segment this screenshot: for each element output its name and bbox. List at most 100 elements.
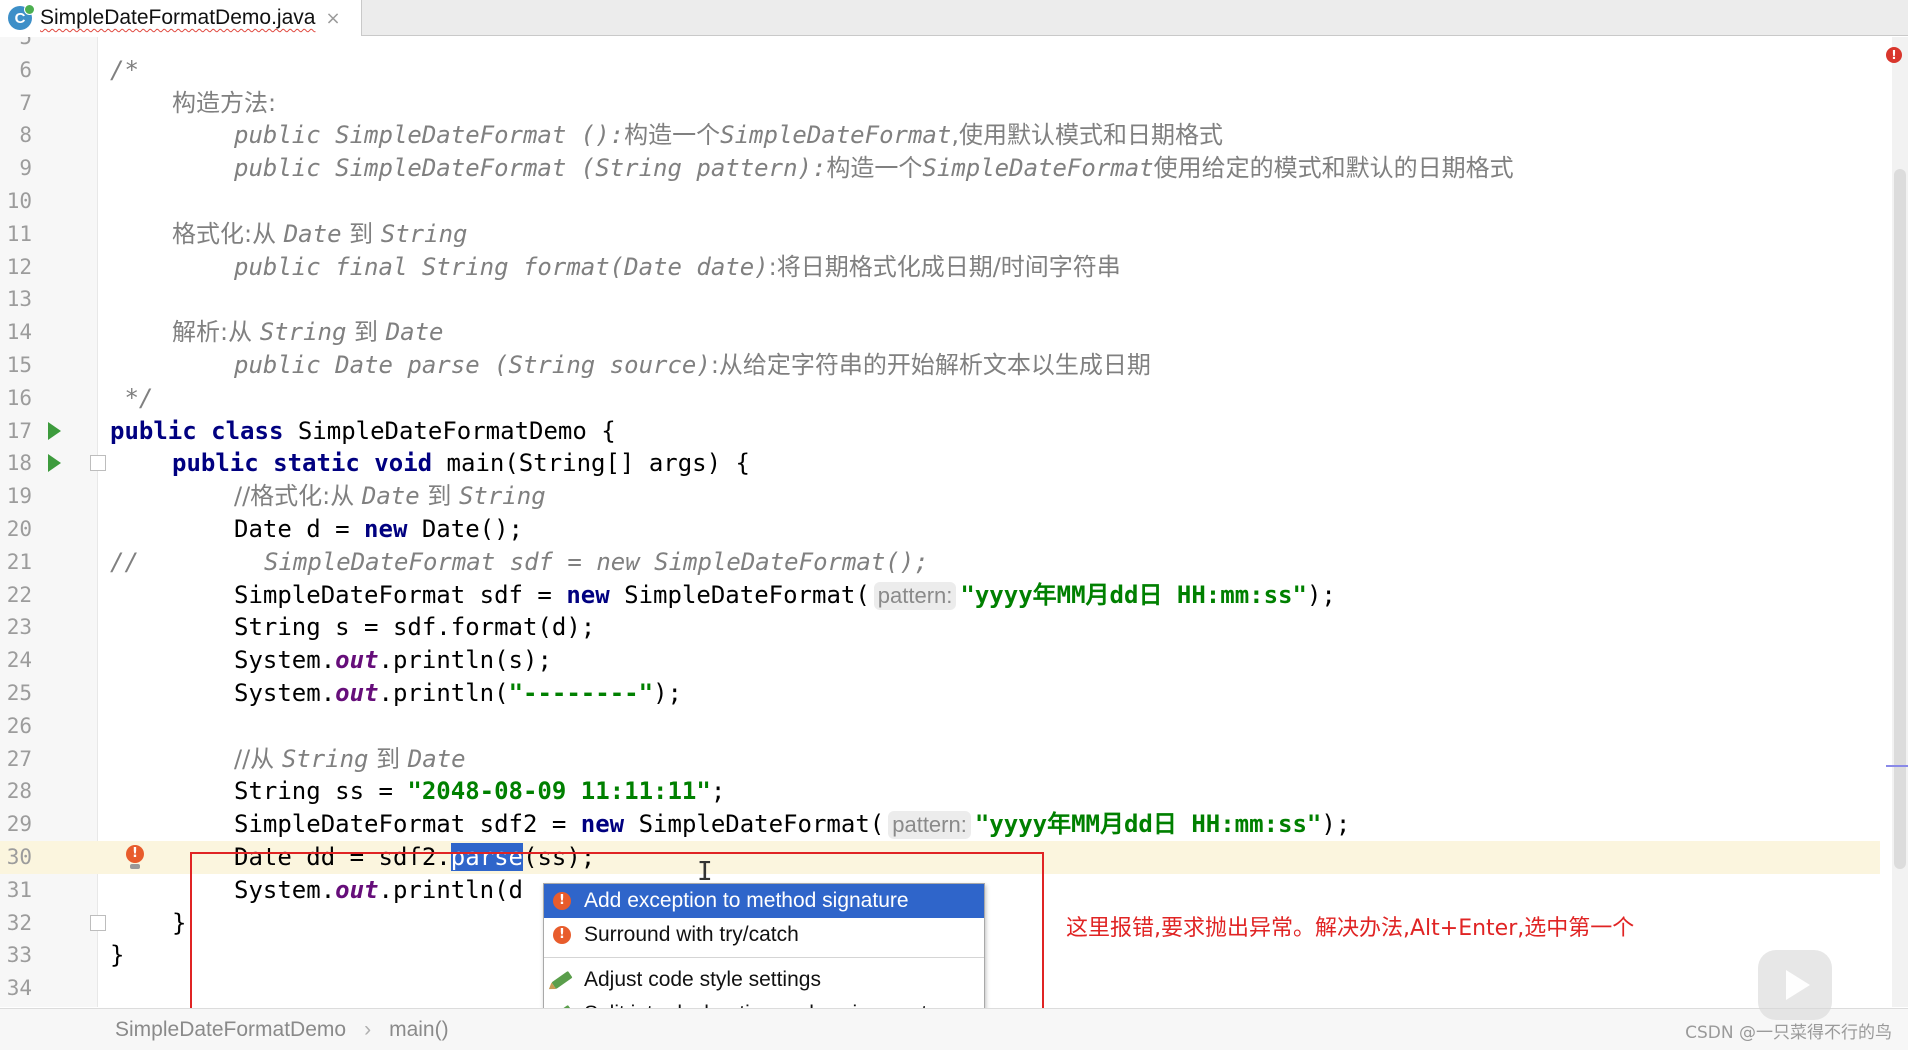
line-number: 26 (6, 713, 32, 738)
code-text: System.out.println("--------"); (234, 679, 682, 707)
error-indicator-icon[interactable]: ! (1886, 47, 1902, 63)
code-line: 26 (0, 710, 1880, 743)
code-line: 17 public class SimpleDateFormatDemo { (0, 415, 1880, 448)
code-line: 14 解析:从 String 到 Date (0, 316, 1880, 349)
code-line: 10 (0, 185, 1880, 218)
annotation-text: 这里报错,要求抛出异常。解决办法,Alt+Enter,选中第一个 (1066, 916, 1635, 941)
code-line: 23 String s = sdf.format(d); (0, 611, 1880, 644)
line-number: 13 (6, 287, 32, 312)
scroll-marker (1886, 765, 1908, 767)
code-text: SimpleDateFormat sdf = new SimpleDateFor… (264, 547, 929, 576)
action-adjust-code-style[interactable]: Adjust code style settings (544, 963, 984, 997)
code-text: SimpleDateFormat sdf = new SimpleDateFor… (234, 580, 1336, 610)
line-number: 29 (6, 812, 32, 837)
code-text: } (110, 941, 125, 970)
popup-separator (544, 957, 984, 958)
code-line: 25 System.out.println("--------"); (0, 677, 1880, 710)
code-line: 9 public SimpleDateFormat (String patter… (0, 152, 1880, 185)
run-main-icon[interactable] (48, 454, 61, 473)
line-number: 9 (19, 156, 32, 181)
code-text: SimpleDateFormat sdf2 = new SimpleDateFo… (234, 810, 1351, 840)
code-line: 13 (0, 283, 1880, 316)
code-text: public Date parse (String source):从给定字符串… (234, 351, 1151, 379)
code-text: //从 String 到 Date (234, 744, 466, 773)
video-play-logo-icon (1758, 950, 1832, 1020)
code-line: 18 public static void main(String[] args… (0, 447, 1880, 480)
bulb-icon: ! (552, 889, 572, 913)
action-surround-try-catch[interactable]: ! Surround with try/catch (544, 918, 984, 952)
code-text: public final String format(Date date):将日… (234, 252, 1121, 281)
line-number: 27 (6, 746, 32, 771)
code-line: 29 SimpleDateFormat sdf2 = new SimpleDat… (0, 808, 1880, 841)
line-number: 20 (6, 517, 32, 541)
java-class-icon: C (8, 4, 35, 30)
action-label: Adjust code style settings (584, 968, 821, 991)
line-number: 24 (6, 648, 32, 673)
line-number: 25 (6, 681, 32, 705)
line-number: 7 (19, 90, 32, 115)
action-label: Surround with try/catch (584, 923, 799, 946)
editor-tab-bar: C SimpleDateFormatDemo.java × (0, 0, 1908, 36)
code-text: /* (110, 55, 139, 84)
line-number: 22 (6, 582, 32, 607)
code-line: 7 构造方法: (0, 87, 1880, 120)
run-class-icon[interactable] (48, 421, 61, 440)
code-text: public SimpleDateFormat ():构造一个SimpleDat… (234, 121, 1223, 150)
parameter-hint: pattern: (888, 811, 971, 840)
code-line: 22 SimpleDateFormat sdf = new SimpleDate… (0, 579, 1880, 612)
close-icon[interactable]: × (325, 8, 340, 29)
code-text: public SimpleDateFormat (String pattern)… (234, 154, 1514, 183)
code-text: // (110, 547, 139, 576)
watermark: CSDN @一只菜得不行的鸟 (1685, 1023, 1892, 1043)
code-line: 19 //格式化:从 Date 到 String (0, 480, 1880, 513)
bulb-icon: ! (552, 923, 572, 947)
code-text: */ (110, 383, 154, 412)
line-number: 5 (19, 37, 32, 49)
vertical-scrollbar[interactable] (1892, 37, 1908, 1007)
line-number: 32 (6, 910, 32, 935)
line-number: 12 (6, 254, 32, 279)
parameter-hint: pattern: (873, 581, 957, 610)
code-text: 解析:从 String 到 Date (172, 318, 444, 347)
lightbulb-icon[interactable]: ! (126, 845, 144, 869)
code-text: public class SimpleDateFormatDemo { (110, 416, 616, 445)
scroll-thumb[interactable] (1894, 169, 1906, 869)
code-line: 27 //从 String 到 Date (0, 743, 1880, 776)
tab-simpledateformatdemo[interactable]: C SimpleDateFormatDemo.java × (0, 0, 362, 36)
fold-icon[interactable] (90, 914, 106, 931)
code-text: Date d = new Date(); (234, 515, 523, 543)
code-line: 16 */ (0, 382, 1880, 415)
line-number: 33 (6, 943, 32, 968)
breadcrumb-class[interactable]: SimpleDateFormatDemo (115, 1018, 346, 1042)
breadcrumb: SimpleDateFormatDemo › main() (0, 1008, 1908, 1050)
pencil-icon (551, 968, 573, 992)
code-line: 24 System.out.println(s); (0, 644, 1880, 677)
line-number: 31 (6, 877, 32, 902)
line-number: 28 (6, 779, 32, 804)
action-add-exception[interactable]: ! Add exception to method signature (544, 884, 984, 918)
code-line: 6 /* (0, 54, 1880, 87)
line-number: 18 (6, 451, 32, 476)
fold-icon[interactable] (90, 455, 106, 472)
action-label: Add exception to method signature (584, 889, 909, 912)
code-text: public static void main(String[] args) { (172, 449, 750, 478)
line-number: 15 (6, 353, 32, 377)
code-line: 20 Date d = new Date(); (0, 513, 1880, 546)
line-number: 8 (19, 123, 32, 148)
code-line: 5 (0, 37, 1880, 54)
code-line: 21 // SimpleDateFormat sdf = new SimpleD… (0, 546, 1880, 579)
code-text: System.out.println(s); (234, 646, 552, 675)
code-line: 28 String ss = "2048-08-09 11:11:11"; (0, 775, 1880, 808)
tab-title: SimpleDateFormatDemo.java (40, 6, 316, 29)
breadcrumb-method[interactable]: main() (389, 1018, 449, 1042)
line-number: 11 (6, 221, 32, 246)
line-number: 23 (6, 615, 32, 640)
breadcrumb-separator: › (364, 1017, 372, 1041)
code-text: //格式化:从 Date 到 String (234, 482, 546, 511)
code-line: 12 public final String format(Date date)… (0, 251, 1880, 284)
line-number: 10 (6, 189, 32, 213)
code-line: 15 public Date parse (String source):从给定… (0, 349, 1880, 382)
code-text: 构造方法: (172, 88, 277, 117)
line-number: 16 (6, 385, 32, 410)
code-text: } (172, 908, 187, 937)
